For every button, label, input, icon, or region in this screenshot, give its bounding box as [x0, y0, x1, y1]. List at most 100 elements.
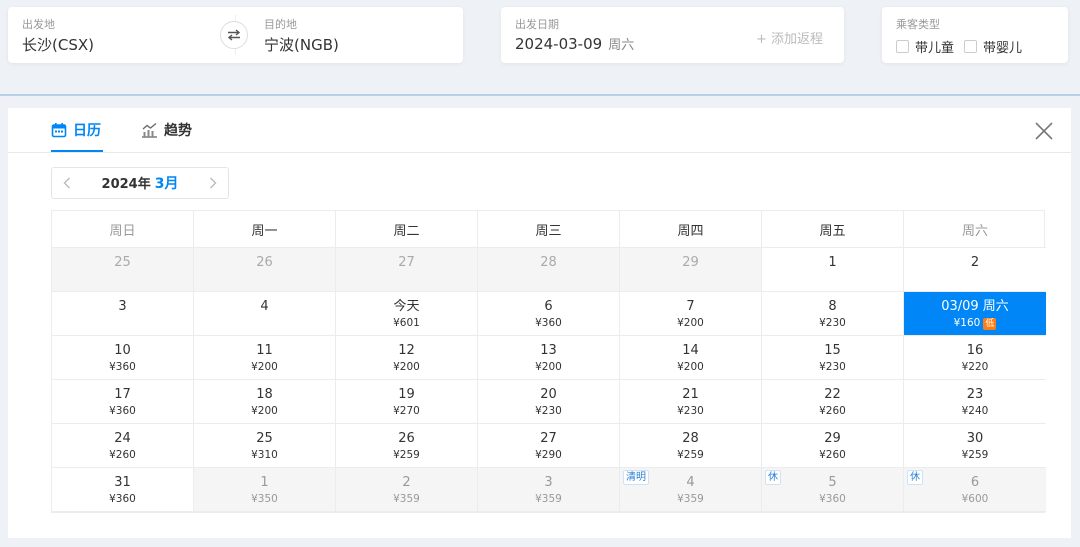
calendar-day: 24 — [114, 431, 131, 446]
calendar-cell[interactable]: 13 ¥200 — [478, 336, 620, 380]
calendar-cell: 25 — [52, 248, 194, 292]
calendar-price-row: ¥200 — [251, 403, 278, 419]
tabs-bar: 日历 趋势 — [8, 108, 1071, 153]
calendar-price-row: ¥360 — [109, 359, 136, 375]
calendar-price: ¥359 — [677, 493, 704, 505]
calendar-day: 14 — [682, 343, 699, 358]
calendar-cell[interactable]: 清明 4 ¥359 — [620, 468, 762, 512]
calendar-cell[interactable]: 11 ¥200 — [194, 336, 336, 380]
holiday-tag: 休 — [907, 470, 923, 485]
weekday-header: 周日 周一 周二 周三 周四 周五 周六 — [52, 211, 1046, 248]
calendar-price: ¥230 — [819, 361, 846, 373]
calendar-cell[interactable]: 23 ¥240 — [904, 380, 1046, 424]
calendar-day: 6 — [970, 475, 980, 490]
calendar-day: 2 — [402, 475, 411, 490]
close-button[interactable] — [1033, 120, 1055, 142]
calendar-cell[interactable]: 休 6 ¥600 — [904, 468, 1046, 512]
calendar-cell[interactable]: 17 ¥360 — [52, 380, 194, 424]
tab-trend[interactable]: 趋势 — [141, 120, 192, 140]
calendar-cell-selected[interactable]: 03/09 周六 ¥160 低 — [904, 292, 1046, 336]
calendar-price-row: ¥270 — [393, 403, 420, 419]
calendar-price-row: ¥200 — [251, 359, 278, 375]
calendar-cell[interactable]: 16 ¥220 — [904, 336, 1046, 380]
calendar-cell[interactable]: 2 ¥359 — [336, 468, 478, 512]
calendar-day: 17 — [114, 387, 131, 402]
calendar-cell[interactable]: 26 ¥259 — [336, 424, 478, 468]
calendar-price: ¥200 — [393, 361, 420, 373]
calendar-cell[interactable]: 22 ¥260 — [762, 380, 904, 424]
prev-month-button[interactable] — [52, 168, 82, 198]
swap-route-button[interactable] — [220, 21, 248, 49]
calendar-cell[interactable]: 10 ¥360 — [52, 336, 194, 380]
departure-field[interactable]: 出发地 长沙(CSX) — [8, 7, 218, 63]
calendar-cell[interactable]: 14 ¥200 — [620, 336, 762, 380]
calendar-cell[interactable]: 25 ¥310 — [194, 424, 336, 468]
calendar-day: 4 — [686, 475, 695, 490]
price-calendar: 周日 周一 周二 周三 周四 周五 周六 25 26 27 28 29 1 2 3 4 今天 ¥601 6 ¥360… — [51, 210, 1046, 513]
calendar-cell[interactable]: 1 — [762, 248, 904, 292]
calendar-cell[interactable]: 4 — [194, 292, 336, 336]
calendar-cell[interactable]: 19 ¥270 — [336, 380, 478, 424]
tab-calendar[interactable]: 日历 — [51, 120, 101, 140]
calendar-day: 1 — [828, 255, 837, 270]
child-label: 带儿童 — [915, 41, 955, 56]
calendar-cell[interactable]: 27 ¥290 — [478, 424, 620, 468]
calendar-day: 27 — [398, 255, 415, 270]
infant-checkbox[interactable]: 带婴儿 — [964, 37, 1022, 56]
calendar-cell[interactable]: 3 ¥359 — [478, 468, 620, 512]
arrival-field[interactable]: 目的地 宁波(NGB) — [250, 7, 460, 63]
month-navigator: 2024年 3月 — [51, 167, 229, 199]
add-return-button[interactable]: + 添加返程 — [756, 28, 823, 47]
calendar-cell: 26 — [194, 248, 336, 292]
calendar-price-row: ¥360 — [535, 315, 562, 331]
calendar-cell[interactable]: 12 ¥200 — [336, 336, 478, 380]
calendar-cell[interactable]: 21 ¥230 — [620, 380, 762, 424]
calendar-cell[interactable]: 8 ¥230 — [762, 292, 904, 336]
calendar-cell[interactable]: 3 — [52, 292, 194, 336]
calendar-day: 30 — [966, 431, 984, 446]
calendar-day: 11 — [256, 343, 273, 358]
calendar-cell[interactable]: 18 ¥200 — [194, 380, 336, 424]
calendar-price: ¥230 — [819, 317, 846, 329]
calendar-cell[interactable]: 30 ¥259 — [904, 424, 1046, 468]
calendar-cell[interactable]: 7 ¥200 — [620, 292, 762, 336]
calendar-price: ¥360 — [535, 317, 562, 329]
arrival-value: 宁波(NGB) — [264, 36, 339, 54]
calendar-cell[interactable]: 28 ¥259 — [620, 424, 762, 468]
calendar-day: 23 — [966, 387, 984, 402]
holiday-tag: 清明 — [623, 470, 649, 485]
calendar-cell[interactable]: 今天 ¥601 — [336, 292, 478, 336]
calendar-price: ¥230 — [677, 405, 704, 417]
calendar-price: ¥360 — [819, 493, 846, 505]
calendar-day: 22 — [824, 387, 841, 402]
calendar-price-row: ¥290 — [535, 447, 562, 463]
calendar-price: ¥350 — [251, 493, 278, 505]
checkbox-box[interactable] — [896, 40, 909, 53]
calendar-price: ¥240 — [961, 405, 989, 417]
calendar-cell[interactable]: 6 ¥360 — [478, 292, 620, 336]
calendar-price: ¥359 — [393, 493, 420, 505]
next-month-button[interactable] — [198, 168, 228, 198]
date-card[interactable]: 出发日期 2024-03-09 周六 + 添加返程 — [501, 7, 844, 63]
calendar-cell[interactable]: 1 ¥350 — [194, 468, 336, 512]
calendar-day: 21 — [682, 387, 699, 402]
checkbox-box[interactable] — [964, 40, 977, 53]
chevron-left-icon — [63, 177, 70, 189]
passenger-label: 乘客类型 — [896, 18, 940, 31]
calendar-cell[interactable]: 20 ¥230 — [478, 380, 620, 424]
calendar-price-row: ¥259 — [677, 447, 704, 463]
calendar-cell[interactable]: 24 ¥260 — [52, 424, 194, 468]
date-weekday: 周六 — [608, 38, 635, 53]
calendar-cell[interactable]: 2 — [904, 248, 1046, 292]
calendar-price: ¥220 — [961, 361, 989, 373]
calendar-price: ¥360 — [109, 493, 136, 505]
calendar-cell[interactable]: 15 ¥230 — [762, 336, 904, 380]
calendar-day: 19 — [398, 387, 415, 402]
calendar-cell[interactable]: 29 ¥260 — [762, 424, 904, 468]
calendar-cell: 27 — [336, 248, 478, 292]
child-checkbox[interactable]: 带儿童 — [896, 37, 954, 56]
calendar-cell[interactable]: 31 ¥360 — [52, 468, 194, 512]
weekday-label: 周四 — [620, 211, 762, 248]
route-card: 出发地 长沙(CSX) 目的地 宁波(NGB) — [8, 7, 463, 63]
calendar-cell[interactable]: 休 5 ¥360 — [762, 468, 904, 512]
